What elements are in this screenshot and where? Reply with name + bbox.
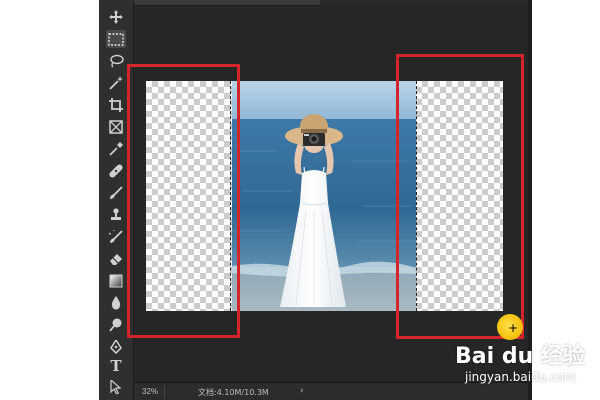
status-divider — [164, 385, 165, 399]
type-icon: T — [110, 357, 122, 375]
crop-icon — [109, 98, 123, 112]
bandage-icon — [109, 164, 123, 178]
eraser-tool[interactable] — [106, 250, 126, 268]
crosshair-cursor-icon: + — [508, 321, 519, 335]
watermark-logo: Bai du 经验 — [455, 344, 585, 369]
eraser-icon — [110, 254, 122, 265]
move-tool[interactable] — [106, 8, 126, 26]
magic-wand-icon — [109, 76, 123, 90]
arrow-icon — [110, 380, 122, 394]
blur-tool[interactable] — [106, 294, 126, 312]
marquee-tool[interactable] — [106, 30, 126, 48]
marquee-icon — [108, 32, 124, 46]
lasso-tool[interactable] — [106, 52, 126, 70]
brush-icon — [110, 186, 123, 199]
lasso-icon — [109, 54, 124, 68]
path-selection-tool[interactable] — [106, 378, 126, 396]
clone-stamp-tool[interactable] — [106, 206, 126, 224]
stamp-icon — [111, 208, 121, 220]
pen-tool[interactable] — [106, 338, 126, 356]
crop-tool[interactable] — [106, 96, 126, 114]
zoom-level[interactable]: 32% — [142, 387, 158, 396]
healing-brush-tool[interactable] — [106, 162, 126, 180]
brush-tool[interactable] — [106, 184, 126, 202]
magic-wand-tool[interactable] — [106, 74, 126, 92]
dodge-tool[interactable] — [106, 316, 126, 334]
eyedropper-tool[interactable] — [106, 140, 126, 158]
beach-photo — [232, 81, 416, 311]
type-tool[interactable]: T — [106, 357, 126, 375]
frame-icon — [109, 120, 123, 134]
annotation-box-right — [396, 54, 524, 339]
frame-tool[interactable] — [106, 118, 126, 136]
baidu-jingyan-watermark: Bai du 经验 jingyan.baidu.com — [455, 338, 595, 394]
move-icon — [109, 10, 123, 24]
pen-icon — [110, 340, 122, 354]
status-menu-arrow[interactable]: › — [300, 386, 304, 396]
gradient-tool[interactable] — [106, 272, 126, 290]
dodge-icon — [109, 318, 122, 332]
annotation-box-left — [127, 64, 240, 338]
screenshot: T 32% 文档:4.10M/10.3M › + Bai du 经验 jingy… — [0, 0, 600, 400]
watermark-url: jingyan.baidu.com — [465, 370, 576, 384]
document-size-info: 文档:4.10M/10.3M — [198, 388, 269, 397]
drop-icon — [111, 296, 121, 310]
eyedropper-icon — [109, 142, 123, 156]
photo-image — [232, 81, 416, 311]
gradient-icon — [109, 274, 123, 288]
history-brush-tool[interactable] — [106, 228, 126, 246]
history-brush-icon — [109, 230, 123, 243]
